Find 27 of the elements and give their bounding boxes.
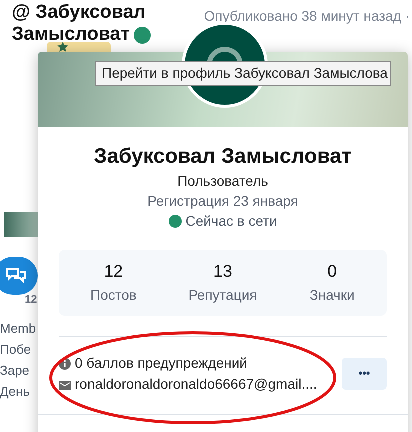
profile-role: Пользователь <box>178 172 268 191</box>
stat-value: 12 <box>104 261 124 283</box>
photo-placeholder <box>4 212 38 237</box>
profile-field-label: Memb <box>0 320 36 338</box>
mail-icon <box>59 378 71 390</box>
comments-count: 12 <box>25 293 38 308</box>
warning-points: 0 баллов предупреждений <box>75 354 248 373</box>
stat-value: 0 <box>328 261 338 283</box>
stat-label: Репутация <box>188 286 258 305</box>
stat-value: 13 <box>214 261 232 283</box>
published-time: Опубликовано 38 минут назад · <box>204 7 411 26</box>
profile-field-label: Заре <box>0 362 31 380</box>
stat-label: Постов <box>90 286 137 305</box>
more-button[interactable]: ••• <box>342 358 387 390</box>
info-icon <box>59 358 71 370</box>
online-status: Сейчас в сети <box>186 212 278 231</box>
tooltip: Перейти в профиль Забуксовал Замыслова <box>95 61 391 86</box>
profile-field-label: День <box>0 383 31 401</box>
chat-icon[interactable] <box>0 257 38 295</box>
email-address: ronaldoronaldoronaldo66667@gmail.... <box>75 375 318 394</box>
author-name[interactable]: Замысловат <box>12 24 130 46</box>
registration-date: Регистрация 23 января <box>148 192 298 211</box>
profile-field-label: Побе <box>0 341 32 359</box>
profile-name: Забуксовал Замысловат <box>94 144 352 170</box>
author-name[interactable]: @ Забуксовал <box>12 2 152 24</box>
stat-label: Значки <box>310 286 355 305</box>
star-icon <box>57 42 69 52</box>
